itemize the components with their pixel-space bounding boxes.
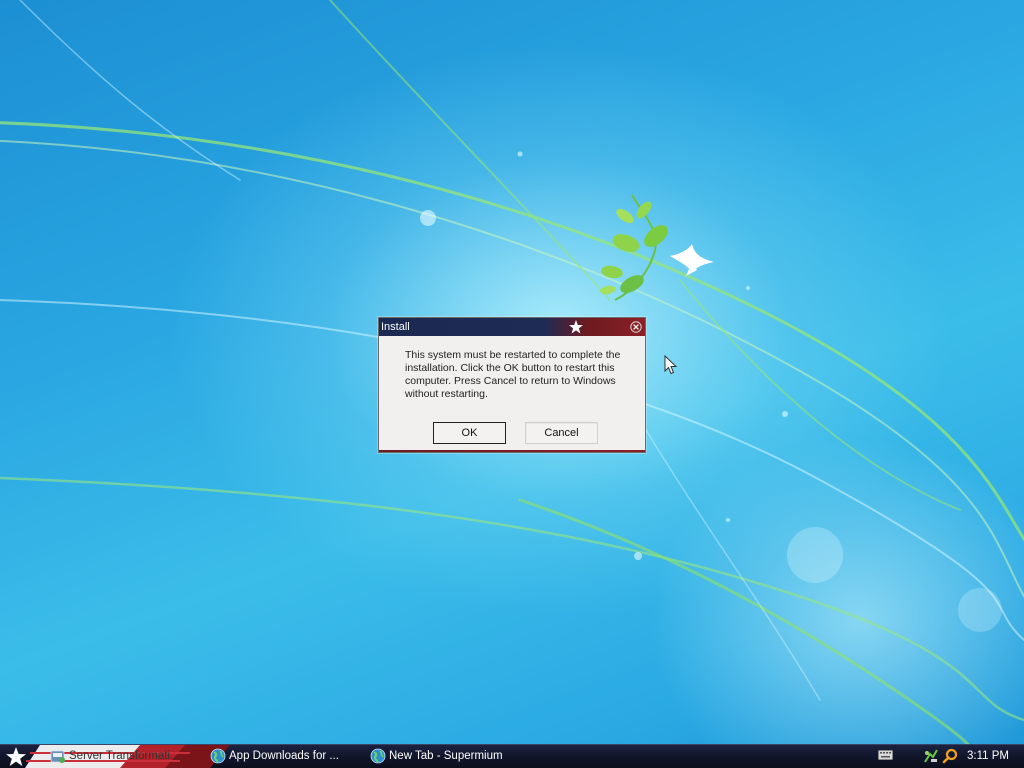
desktop: Install This system must be restarted to…: [0, 0, 1024, 744]
install-dialog: Install This system must be restarted to…: [378, 317, 646, 453]
task-label: New Tab - Supermium: [389, 750, 503, 762]
globe-icon: [370, 748, 386, 764]
globe-icon: [210, 748, 226, 764]
search-icon[interactable]: [942, 748, 958, 764]
dialog-titlebar[interactable]: Install: [379, 318, 645, 336]
task-label: App Downloads for ...: [229, 750, 339, 762]
task-label: Server Transformati...: [69, 750, 180, 762]
taskbar-item-new-tab-supermium[interactable]: New Tab - Supermium: [370, 745, 530, 768]
ok-button[interactable]: OK: [433, 422, 506, 444]
start-button[interactable]: [4, 746, 28, 768]
dialog-bottom-border: [379, 450, 645, 452]
cancel-button[interactable]: Cancel: [525, 422, 598, 444]
keyboard-icon[interactable]: [878, 750, 893, 760]
dialog-message: This system must be restarted to complet…: [405, 349, 621, 400]
taskbar-clock[interactable]: 3:11 PM: [967, 745, 1009, 768]
star-icon: [569, 320, 583, 334]
mouse-cursor-icon: [664, 355, 678, 375]
taskbar-item-app-downloads[interactable]: App Downloads for ...: [210, 745, 360, 768]
dialog-title: Install: [381, 321, 410, 333]
taskbar: Server Transformati... App Downloads for…: [0, 744, 1024, 768]
close-icon[interactable]: [630, 321, 642, 333]
network-icon[interactable]: [923, 748, 939, 764]
taskbar-item-server-transformation[interactable]: Server Transformati...: [50, 745, 180, 768]
installer-icon: [50, 750, 65, 763]
